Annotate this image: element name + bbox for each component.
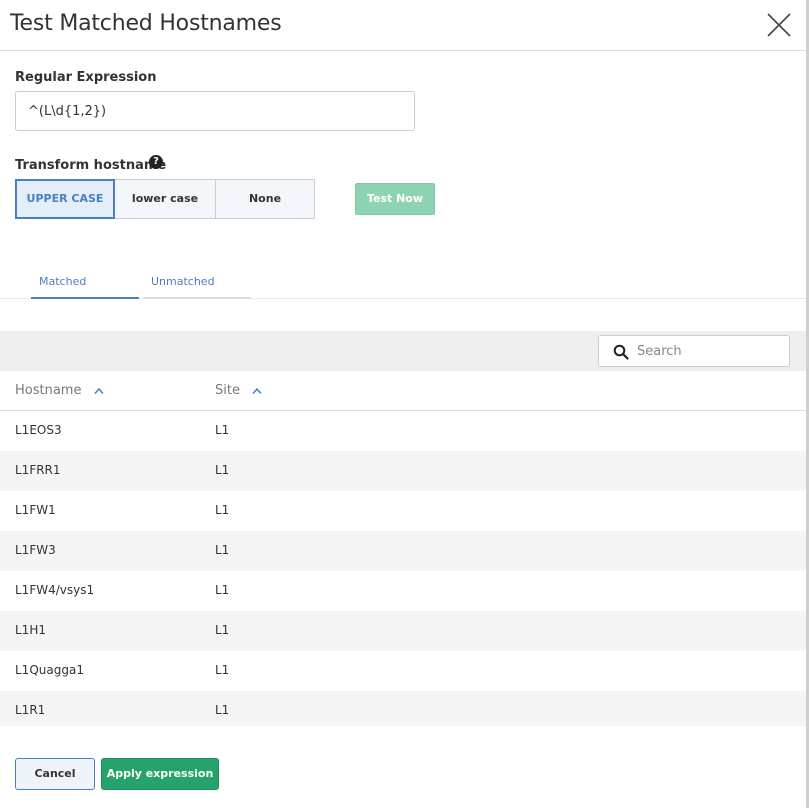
regex-label: Regular Expression	[15, 70, 157, 85]
close-icon	[767, 13, 791, 37]
site-cell: L1	[215, 663, 230, 677]
table-row[interactable]: L1Quagga1 L1	[0, 651, 806, 691]
transform-upper-case-button[interactable]: UPPER CASE	[15, 179, 115, 219]
site-cell: L1	[215, 503, 230, 517]
dialog-header: Test Matched Hostnames	[0, 0, 806, 51]
hostname-cell: L1FW3	[15, 543, 56, 557]
table-row[interactable]: L1FW1 L1	[0, 491, 806, 531]
regex-input[interactable]	[15, 91, 415, 131]
table-row[interactable]: L1FRR1 L1	[0, 451, 806, 491]
table-row[interactable]: L1EOS3 L1	[0, 411, 806, 451]
apply-expression-button[interactable]: Apply expression	[101, 758, 219, 790]
hostname-cell: L1R1	[15, 703, 46, 717]
tab-matched[interactable]: Matched	[31, 275, 139, 299]
site-cell: L1	[215, 583, 230, 597]
hostname-cell: L1FRR1	[15, 463, 61, 477]
site-cell: L1	[215, 623, 230, 637]
table-row[interactable]: L1R1 L1	[0, 691, 806, 726]
hostname-cell: L1FW1	[15, 503, 56, 517]
site-cell: L1	[215, 463, 230, 477]
sort-up-icon	[252, 387, 262, 394]
table-row[interactable]: L1H1 L1	[0, 611, 806, 651]
column-header-label: Site	[215, 383, 240, 398]
transform-none-button[interactable]: None	[215, 179, 315, 219]
dialog-title: Test Matched Hostnames	[10, 11, 282, 36]
column-header-site[interactable]: Site	[215, 383, 262, 398]
column-header-label: Hostname	[15, 383, 82, 398]
close-button[interactable]	[764, 10, 794, 40]
hostname-cell: L1EOS3	[15, 423, 62, 437]
test-matched-hostnames-dialog: Test Matched Hostnames Regular Expressio…	[0, 0, 809, 808]
test-now-button[interactable]: Test Now	[355, 183, 435, 215]
hostname-cell: L1FW4/vsys1	[15, 583, 95, 597]
sort-up-icon	[94, 387, 104, 394]
site-cell: L1	[215, 423, 230, 437]
search-box[interactable]	[598, 335, 790, 367]
search-input[interactable]	[637, 336, 785, 366]
help-icon[interactable]: ?	[149, 155, 163, 169]
transform-lower-case-button[interactable]: lower case	[114, 179, 216, 219]
hostname-cell: L1H1	[15, 623, 46, 637]
table-row[interactable]: L1FW4/vsys1 L1	[0, 571, 806, 611]
cancel-button[interactable]: Cancel	[15, 758, 95, 790]
table-row[interactable]: L1FW3 L1	[0, 531, 806, 571]
table-toolbar	[0, 331, 806, 371]
table-header: Hostname Site	[0, 371, 806, 411]
hostname-cell: L1Quagga1	[15, 663, 84, 677]
table-body: L1EOS3 L1 L1FRR1 L1 L1FW1 L1 L1FW3 L1 L1…	[0, 411, 806, 726]
search-icon	[613, 344, 629, 360]
transform-label: Transform hostname	[15, 158, 167, 173]
tab-unmatched[interactable]: Unmatched	[143, 275, 251, 299]
column-header-hostname[interactable]: Hostname	[15, 383, 104, 398]
site-cell: L1	[215, 703, 230, 717]
site-cell: L1	[215, 543, 230, 557]
